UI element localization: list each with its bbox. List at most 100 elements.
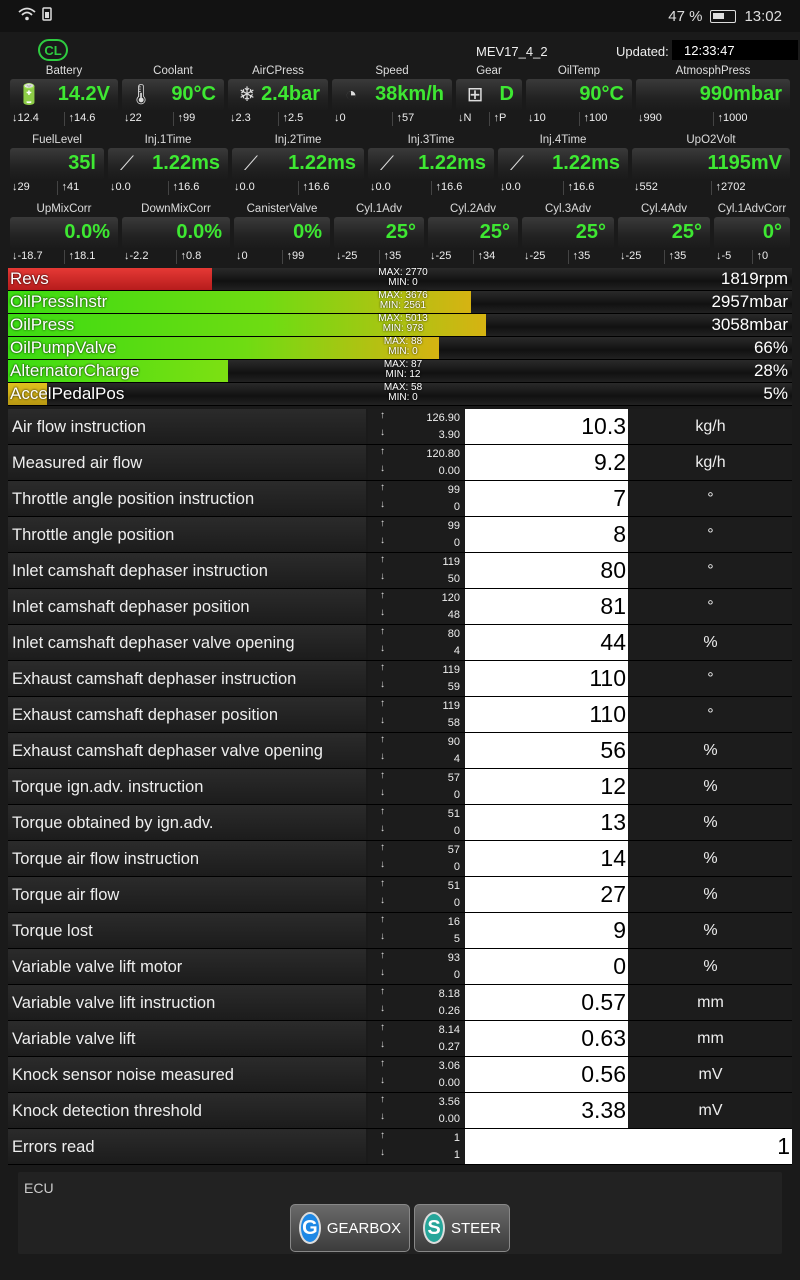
param-max: 51: [447, 808, 460, 820]
param-unit: %: [629, 913, 792, 948]
bar-oilpress[interactable]: OilPress MAX: 5013 MIN: 978 3058mbar: [8, 314, 792, 337]
gauge-inj-3time[interactable]: Inj.3Time ⟋ 1.22ms ↓0.0 ↑16.6: [366, 134, 496, 196]
gearbox-button-label: GEARBOX: [326, 1219, 401, 1237]
gauge-min: ↓2.3: [230, 112, 251, 124]
gauge-display: ⟋ 1.22ms: [368, 148, 494, 180]
table-row[interactable]: Throttle angle position instruction ↑ ↓ 99 0…: [8, 481, 792, 517]
arrow-down-icon: ↓: [380, 751, 385, 762]
param-min: 3.90: [438, 429, 460, 441]
gauge-cyl-3adv[interactable]: Cyl.3Adv 25° ↓-25 ↑35: [520, 203, 616, 265]
gauge-label: FuelLevel: [32, 134, 82, 146]
arrow-down-icon: ↓: [380, 787, 385, 798]
gauge-minmax: ↓10 ↑100: [524, 112, 634, 126]
table-row[interactable]: Inlet camshaft dephaser position ↑ ↓ 120 48 8…: [8, 589, 792, 625]
param-name: Variable valve lift: [8, 1021, 366, 1056]
gauge-value: 0.0%: [176, 221, 222, 243]
param-minmax: ↑ ↓ 16 5: [368, 913, 464, 948]
gauge-downmixcorr[interactable]: DownMixCorr 0.0% ↓-2.2 ↑0.8: [120, 203, 232, 265]
param-value: 56: [465, 733, 628, 768]
table-row[interactable]: Exhaust camshaft dephaser valve opening ↑…: [8, 733, 792, 769]
table-row[interactable]: Variable valve lift instruction ↑ ↓ 8.18 0.2…: [8, 985, 792, 1021]
param-name: Measured air flow: [8, 445, 366, 480]
arrow-up-icon: ↑: [380, 554, 385, 565]
param-value: 7: [465, 481, 628, 516]
table-row[interactable]: Air flow instruction ↑ ↓ 126.90 3.90 10.3 kg/h: [8, 409, 792, 445]
param-name: Torque obtained by ign.adv.: [8, 805, 366, 840]
param-max: 8.18: [438, 988, 460, 1000]
bar-oilpressinstr[interactable]: OilPressInstr MAX: 3676 MIN: 2561 2957mbar: [8, 291, 792, 314]
bar-oilpumpvalve[interactable]: OilPumpValve MAX: 88 MIN: 0 66%: [8, 337, 792, 360]
param-name: Exhaust camshaft dephaser position: [8, 697, 366, 732]
param-min: 0: [453, 825, 460, 837]
table-row[interactable]: Exhaust camshaft dephaser position ↑ ↓ 119 5…: [8, 697, 792, 733]
table-row[interactable]: Inlet camshaft dephaser instruction ↑ ↓ 119…: [8, 553, 792, 589]
table-row[interactable]: Torque ign.adv. instruction ↑ ↓ 57 0 12%: [8, 769, 792, 805]
gauge-label: Battery: [45, 65, 83, 77]
param-name: Torque lost: [8, 913, 366, 948]
bar-value: 1819rpm: [720, 269, 788, 288]
gauge-label: Cyl.3Adv: [544, 203, 592, 215]
gauge-coolant[interactable]: Coolant 🌡 90°C ↓22 ↑99: [120, 65, 226, 127]
table-row[interactable]: Torque air flow ↑ ↓ 51 0 27%: [8, 877, 792, 913]
gauge-cyl-1adv[interactable]: Cyl.1Adv 25° ↓-25 ↑35: [332, 203, 426, 265]
gauge-upmixcorr[interactable]: UpMixCorr 0.0% ↓-18.7 ↑18.1: [8, 203, 120, 265]
gauge-value: 38km/h: [375, 83, 444, 105]
table-row[interactable]: Knock sensor noise measured ↑ ↓ 3.06 0.00 0.5…: [8, 1057, 792, 1093]
gauge-cyl-4adv[interactable]: Cyl.4Adv 25° ↓-25 ↑35: [616, 203, 712, 265]
gauge-cyl-1advcorr[interactable]: Cyl.1AdvCorr 0° ↓-5 ↑0: [712, 203, 792, 265]
table-row[interactable]: Variable valve lift ↑ ↓ 8.14 0.27 0.63 mm: [8, 1021, 792, 1057]
table-row[interactable]: Knock detection threshold ↑ ↓ 3.56 0.00 3.38 m…: [8, 1093, 792, 1129]
gauge-minmax: ↓552 ↑2702: [630, 181, 792, 195]
table-row[interactable]: Throttle angle position ↑ ↓ 99 0 8 °: [8, 517, 792, 553]
gauge-aircpress[interactable]: AirCPress ❄ 2.4bar ↓2.3 ↑2.5: [226, 65, 330, 127]
table-row[interactable]: Errors read ↑ ↓ 1 1 1: [8, 1129, 792, 1165]
table-row[interactable]: Measured air flow ↑ ↓ 120.80 0.00 9.2 kg/h: [8, 445, 792, 481]
gauge-canistervalve[interactable]: CanisterValve 0% ↓0 ↑99: [232, 203, 332, 265]
gauge-cyl-2adv[interactable]: Cyl.2Adv 25° ↓-25 ↑34: [426, 203, 520, 265]
snowflake-icon: ❄: [238, 84, 256, 106]
gauge-minmax: ↓990 ↑1000: [634, 112, 792, 126]
gauge-label: Cyl.4Adv: [640, 203, 688, 215]
arrow-up-icon: ↑: [380, 482, 385, 493]
gauge-min: ↓12.4: [12, 112, 39, 124]
gauge-atmosphpress[interactable]: AtmosphPress 990mbar ↓990 ↑1000: [634, 65, 792, 127]
gauge-display: 25°: [428, 217, 518, 249]
table-row[interactable]: Variable valve lift motor ↑ ↓ 93 0 0%: [8, 949, 792, 985]
gauge-inj-4time[interactable]: Inj.4Time ⟋ 1.22ms ↓0.0 ↑16.6: [496, 134, 630, 196]
table-row[interactable]: Torque obtained by ign.adv. ↑ ↓ 51 0 13%: [8, 805, 792, 841]
arrow-up-icon: ↑: [380, 842, 385, 853]
gauge-gear[interactable]: Gear ⊞ D ↓N ↑P: [454, 65, 524, 127]
gauge-inj-2time[interactable]: Inj.2Time ⟋ 1.22ms ↓0.0 ↑16.6: [230, 134, 366, 196]
gauge-battery[interactable]: Battery 🔋 14.2V ↓12.4 ↑14.6: [8, 65, 120, 127]
bar-accelpedalpos[interactable]: AccelPedalPos MAX: 58 MIN: 0 5%: [8, 383, 792, 406]
arrow-down-icon: ↓: [380, 463, 385, 474]
param-unit: %: [629, 805, 792, 840]
gauge-speed[interactable]: Speed ◔ 38km/h ↓0 ↑57: [330, 65, 454, 127]
table-row[interactable]: Torque air flow instruction ↑ ↓ 57 0 14%: [8, 841, 792, 877]
param-unit: %: [629, 733, 792, 768]
bar-revs[interactable]: Revs MAX: 2770 MIN: 0 1819rpm: [8, 268, 792, 291]
gauge-upo2volt[interactable]: UpO2Volt 1195mV ↓552 ↑2702: [630, 134, 792, 196]
table-row[interactable]: Inlet camshaft dephaser valve opening ↑ ↓ 8…: [8, 625, 792, 661]
gauge-minmax: ↓0 ↑99: [232, 250, 332, 264]
steer-s-icon: S: [423, 1212, 445, 1244]
gauge-minmax: ↓0 ↑57: [330, 112, 454, 126]
param-min: 0.00: [438, 465, 460, 477]
param-max: 119: [442, 664, 460, 676]
gauge-min: ↓0: [334, 112, 346, 124]
gauge-oiltemp[interactable]: OilTemp 90°C ↓10 ↑100: [524, 65, 634, 127]
steer-button[interactable]: S STEER: [414, 1204, 510, 1252]
param-minmax: ↑ ↓ 57 0: [368, 841, 464, 876]
gauge-minmax: ↓-18.7 ↑18.1: [8, 250, 120, 264]
bar-alternatorcharge[interactable]: AlternatorCharge MAX: 87 MIN: 12 28%: [8, 360, 792, 383]
gauge-min: ↓-25: [336, 250, 358, 262]
gauge-fuellevel[interactable]: FuelLevel 35l ↓29 ↑41: [8, 134, 106, 196]
table-row[interactable]: Exhaust camshaft dephaser instruction ↑ ↓ 1…: [8, 661, 792, 697]
gearbox-button[interactable]: G GEARBOX: [290, 1204, 410, 1252]
gauge-row-1: Battery 🔋 14.2V ↓12.4 ↑14.6 Coolant 🌡 90°C ↓22 ↑9…: [8, 65, 792, 127]
gauge-min: ↓0.0: [500, 181, 521, 193]
connection-status-badge[interactable]: CL: [38, 39, 68, 61]
gauge-inj-1time[interactable]: Inj.1Time ⟋ 1.22ms ↓0.0 ↑16.6: [106, 134, 230, 196]
table-row[interactable]: Torque lost ↑ ↓ 16 5 9%: [8, 913, 792, 949]
param-value: 0.57: [465, 985, 628, 1020]
